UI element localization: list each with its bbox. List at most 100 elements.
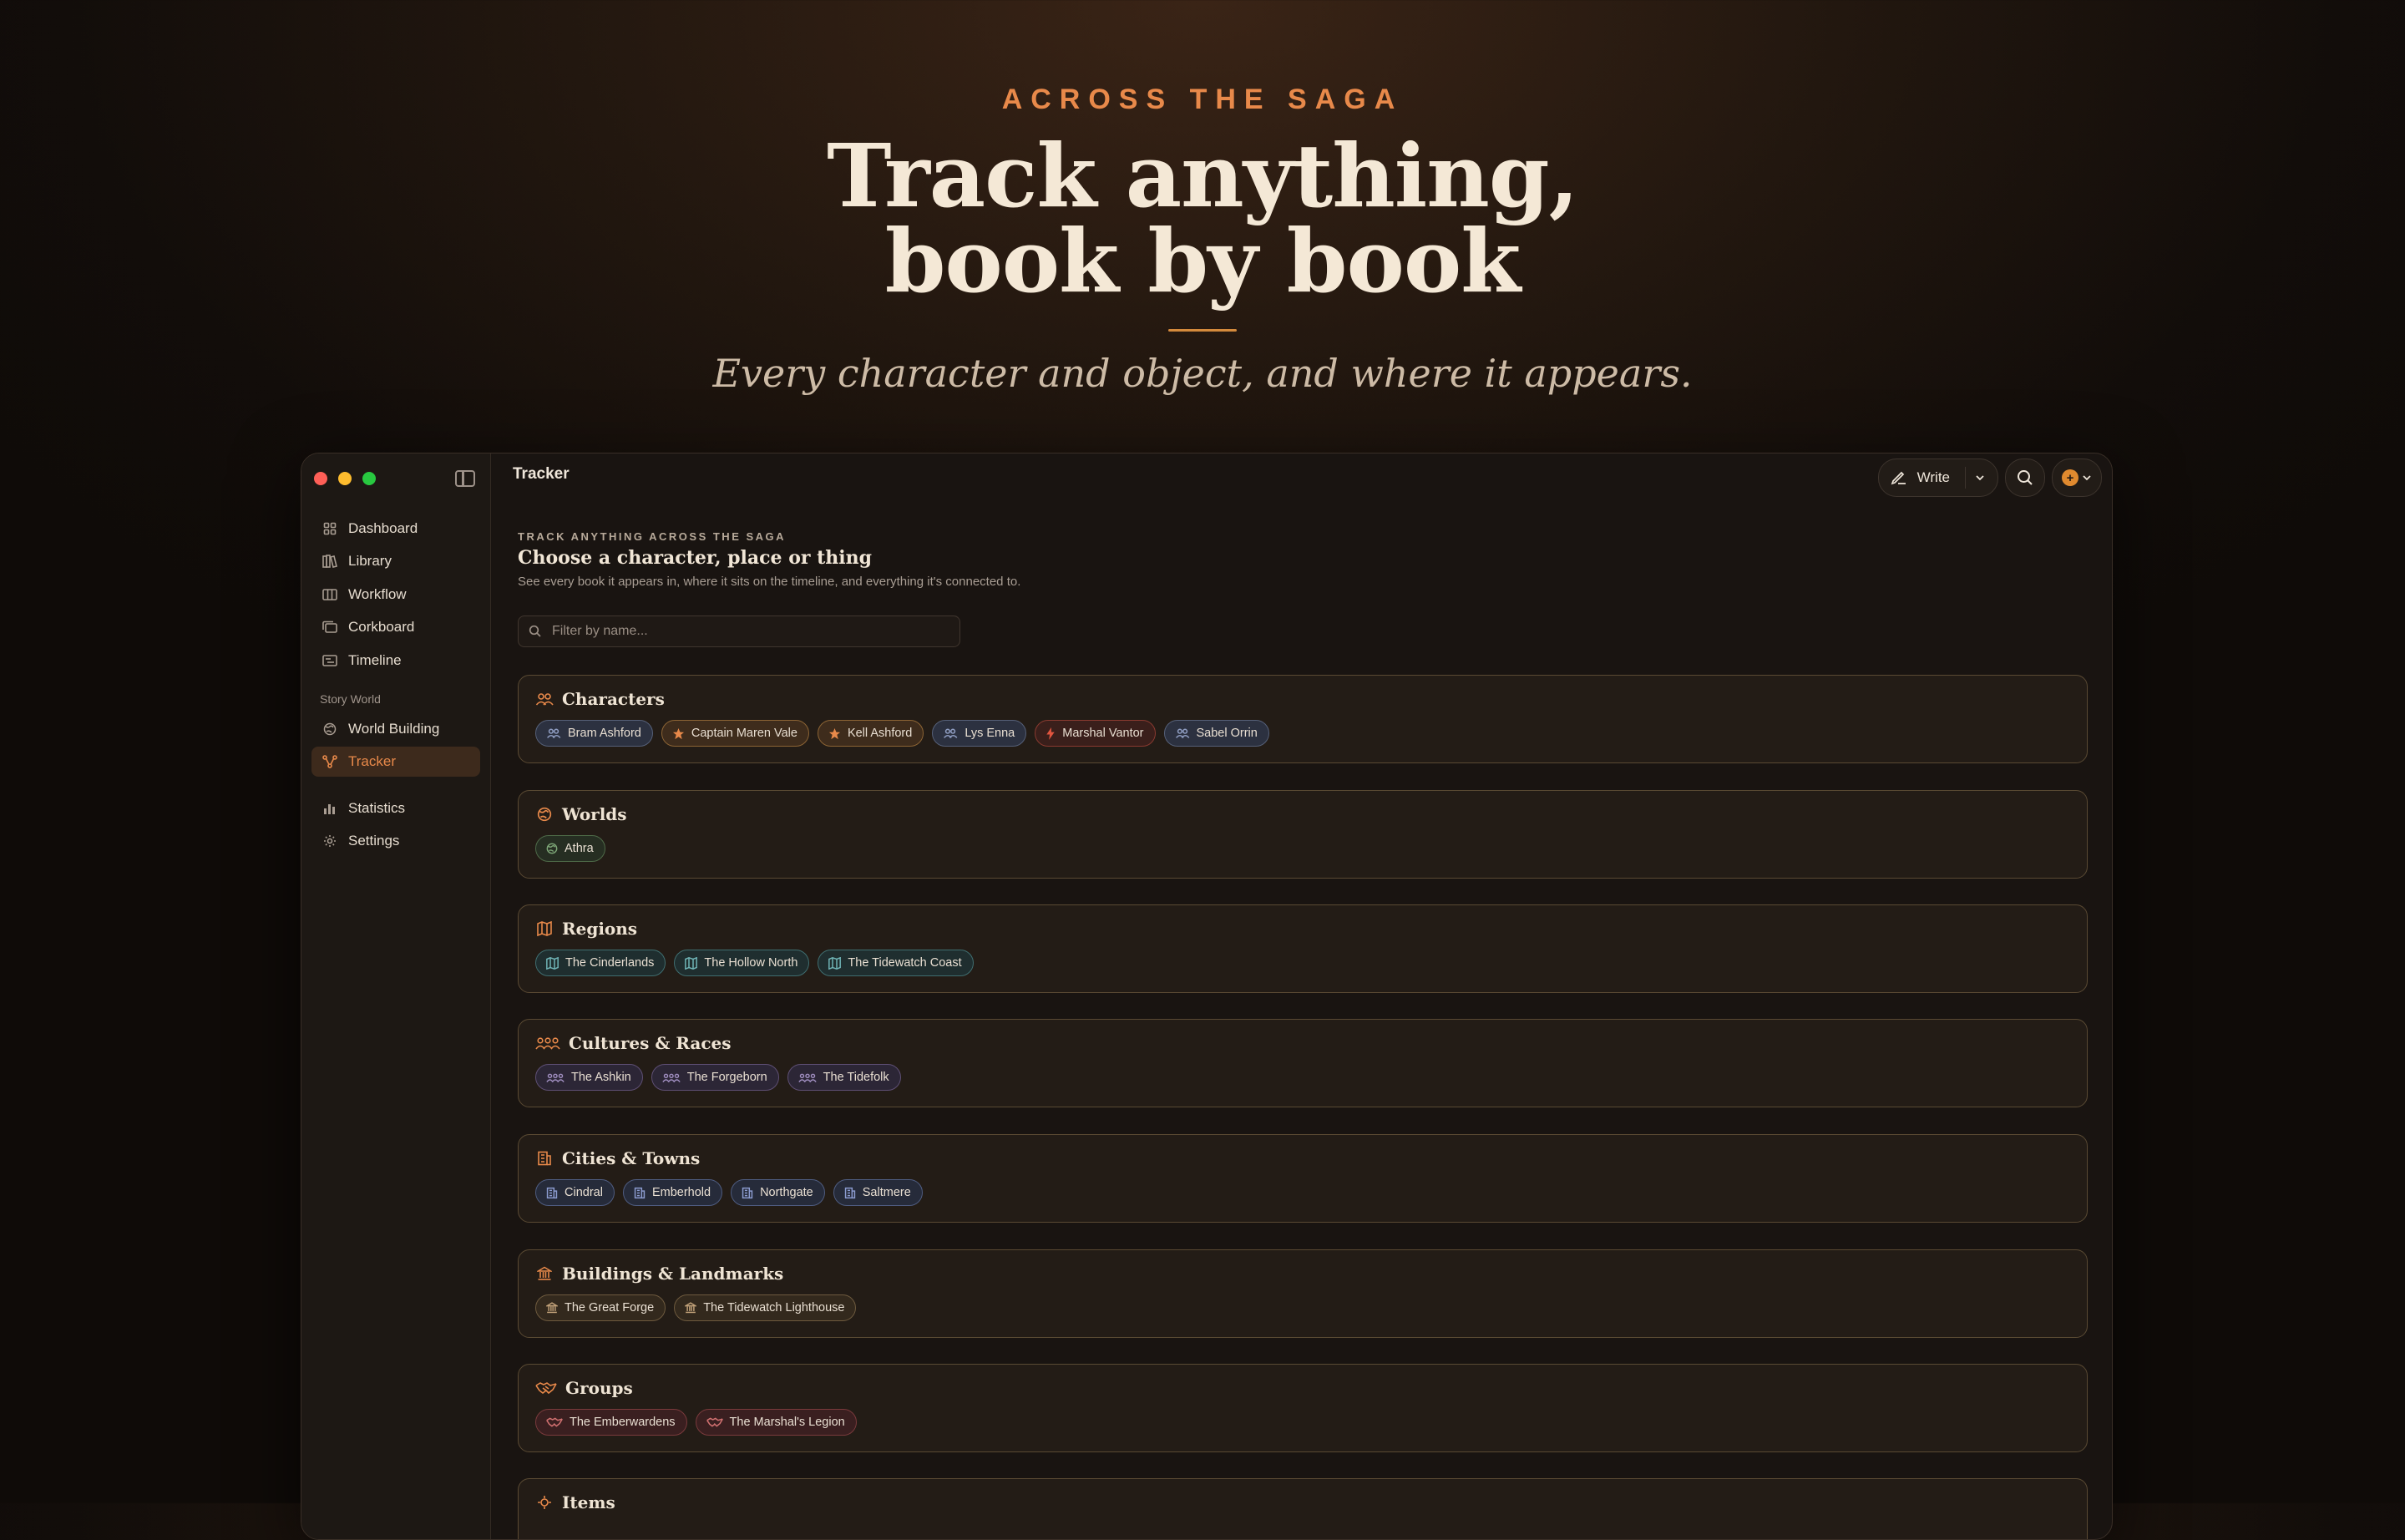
chip-label: The Tidefolk bbox=[823, 1071, 889, 1084]
hero-headline-line1: Track anything, bbox=[827, 124, 1579, 227]
chip-bram-ashford[interactable]: Bram Ashford bbox=[535, 720, 653, 747]
sidebar-item-dashboard[interactable]: Dashboard bbox=[311, 514, 480, 544]
chip-label: Northgate bbox=[760, 1186, 813, 1199]
category-title: Cities & Towns bbox=[562, 1148, 701, 1168]
hero-headline: Track anything, book by book bbox=[0, 124, 2405, 312]
search-icon bbox=[529, 625, 542, 638]
write-button[interactable]: Write bbox=[1877, 458, 1998, 497]
chip-label: The Tidewatch Lighthouse bbox=[703, 1301, 845, 1315]
chip-athra[interactable]: Athra bbox=[535, 835, 605, 862]
chip-the-tidewatch-coast[interactable]: The Tidewatch Coast bbox=[818, 950, 974, 976]
chip-the-hollow-north[interactable]: The Hollow North bbox=[674, 950, 810, 976]
hero-eyebrow: ACROSS THE SAGA bbox=[1001, 84, 1404, 115]
map-icon bbox=[828, 956, 842, 970]
page-title: Choose a character, place or thing bbox=[518, 547, 873, 569]
sidebar-item-settings[interactable]: Settings bbox=[311, 826, 480, 856]
chevron-down-icon bbox=[2082, 474, 2092, 482]
map-icon bbox=[535, 921, 554, 936]
minimize-window-button[interactable] bbox=[338, 472, 352, 485]
star-icon bbox=[828, 727, 841, 740]
category-card-groups: Groups The Emberwardens The Marshal's Le… bbox=[518, 1364, 2088, 1452]
sidebar-item-corkboard[interactable]: Corkboard bbox=[311, 612, 480, 642]
chip-label: The Marshal's Legion bbox=[729, 1416, 845, 1429]
filter-field[interactable] bbox=[518, 615, 960, 647]
zoom-window-button[interactable] bbox=[362, 472, 376, 485]
chip-the-forgeborn[interactable]: The Forgeborn bbox=[651, 1064, 779, 1091]
chip-emberhold[interactable]: Emberhold bbox=[622, 1179, 723, 1206]
chevron-down-icon[interactable] bbox=[1974, 474, 1991, 482]
map-icon bbox=[546, 956, 559, 970]
category-header: Regions bbox=[535, 919, 637, 939]
chip-cindral[interactable]: Cindral bbox=[535, 1179, 615, 1206]
chip-list: Bram Ashford Captain Maren Vale Kell Ash… bbox=[535, 720, 1269, 747]
chip-the-great-forge[interactable]: The Great Forge bbox=[535, 1294, 666, 1321]
sidebar: Dashboard Library Workflow Corkboard Tim… bbox=[301, 453, 491, 1539]
globe-icon bbox=[535, 807, 554, 822]
chip-northgate[interactable]: Northgate bbox=[731, 1179, 825, 1206]
group-people-icon bbox=[535, 1036, 560, 1051]
sidebar-item-statistics[interactable]: Statistics bbox=[311, 793, 480, 823]
people-icon bbox=[535, 691, 554, 707]
sidebar-item-timeline[interactable]: Timeline bbox=[311, 646, 480, 676]
chip-label: Captain Maren Vale bbox=[691, 727, 797, 740]
sidebar-item-library[interactable]: Library bbox=[311, 546, 480, 576]
sidebar-item-label: Tracker bbox=[348, 753, 396, 769]
category-header: Groups bbox=[535, 1378, 633, 1398]
sidebar-item-label: Timeline bbox=[348, 652, 402, 668]
building-icon bbox=[742, 1187, 753, 1199]
sidebar-toggle-icon[interactable] bbox=[455, 470, 475, 487]
category-header: Worlds bbox=[535, 804, 627, 824]
hero-headline-line2: book by book bbox=[884, 210, 1521, 312]
chip-label: Lys Enna bbox=[965, 727, 1015, 740]
filter-input[interactable] bbox=[550, 623, 938, 640]
chip-label: Sabel Orrin bbox=[1196, 727, 1258, 740]
people-icon bbox=[546, 727, 561, 739]
landmark-icon bbox=[685, 1302, 697, 1314]
category-header: Buildings & Landmarks bbox=[535, 1264, 783, 1284]
gear-icon bbox=[322, 833, 338, 849]
sidebar-item-workflow[interactable]: Workflow bbox=[311, 580, 480, 610]
chip-lys-enna[interactable]: Lys Enna bbox=[932, 720, 1027, 747]
chip-marshal-vantor[interactable]: Marshal Vantor bbox=[1035, 720, 1156, 747]
category-card-characters: Characters Bram Ashford Captain Maren Va… bbox=[518, 675, 2088, 763]
search-icon bbox=[2016, 469, 2034, 487]
landmark-icon bbox=[546, 1302, 558, 1314]
chip-label: Athra bbox=[565, 842, 594, 855]
chip-label: The Great Forge bbox=[565, 1301, 655, 1315]
chip-kell-ashford[interactable]: Kell Ashford bbox=[817, 720, 924, 747]
chip-the-marshals-legion[interactable]: The Marshal's Legion bbox=[695, 1409, 857, 1436]
chip-captain-maren-vale[interactable]: Captain Maren Vale bbox=[661, 720, 809, 747]
chip-the-tidefolk[interactable]: The Tidefolk bbox=[787, 1064, 901, 1091]
category-title: Regions bbox=[562, 919, 638, 939]
category-title: Items bbox=[562, 1492, 615, 1512]
chip-label: The Ashkin bbox=[571, 1071, 631, 1084]
app-window: Dashboard Library Workflow Corkboard Tim… bbox=[301, 453, 2113, 1540]
hero-divider bbox=[1168, 329, 1237, 332]
chip-label: The Tidewatch Coast bbox=[848, 956, 962, 970]
sidebar-item-world-building[interactable]: World Building bbox=[311, 714, 480, 744]
bar-chart-icon bbox=[322, 800, 338, 817]
category-header: Cities & Towns bbox=[535, 1148, 700, 1168]
sidebar-section-label: Story World bbox=[320, 692, 381, 706]
sidebar-item-tracker[interactable]: Tracker bbox=[311, 747, 480, 777]
building-icon bbox=[844, 1187, 856, 1199]
chip-sabel-orrin[interactable]: Sabel Orrin bbox=[1163, 720, 1269, 747]
map-icon bbox=[685, 956, 698, 970]
account-menu-button[interactable]: + bbox=[2052, 458, 2102, 497]
chip-the-emberwardens[interactable]: The Emberwardens bbox=[535, 1409, 687, 1436]
category-title: Worlds bbox=[562, 804, 627, 824]
sidebar-item-label: Corkboard bbox=[348, 619, 415, 635]
category-card-regions: Regions The Cinderlands The Hollow North… bbox=[518, 904, 2088, 993]
group-people-icon bbox=[797, 1072, 817, 1083]
chip-the-tidewatch-lighthouse[interactable]: The Tidewatch Lighthouse bbox=[674, 1294, 857, 1321]
sidebar-item-label: Library bbox=[348, 553, 392, 569]
star-icon bbox=[672, 727, 685, 740]
chip-saltmere[interactable]: Saltmere bbox=[833, 1179, 923, 1206]
sidebar-item-label: World Building bbox=[348, 721, 440, 737]
chip-list: Athra bbox=[535, 835, 605, 862]
search-button[interactable] bbox=[2005, 458, 2045, 497]
chip-the-ashkin[interactable]: The Ashkin bbox=[535, 1064, 643, 1091]
globe-icon bbox=[322, 721, 338, 737]
close-window-button[interactable] bbox=[314, 472, 327, 485]
chip-the-cinderlands[interactable]: The Cinderlands bbox=[535, 950, 666, 976]
